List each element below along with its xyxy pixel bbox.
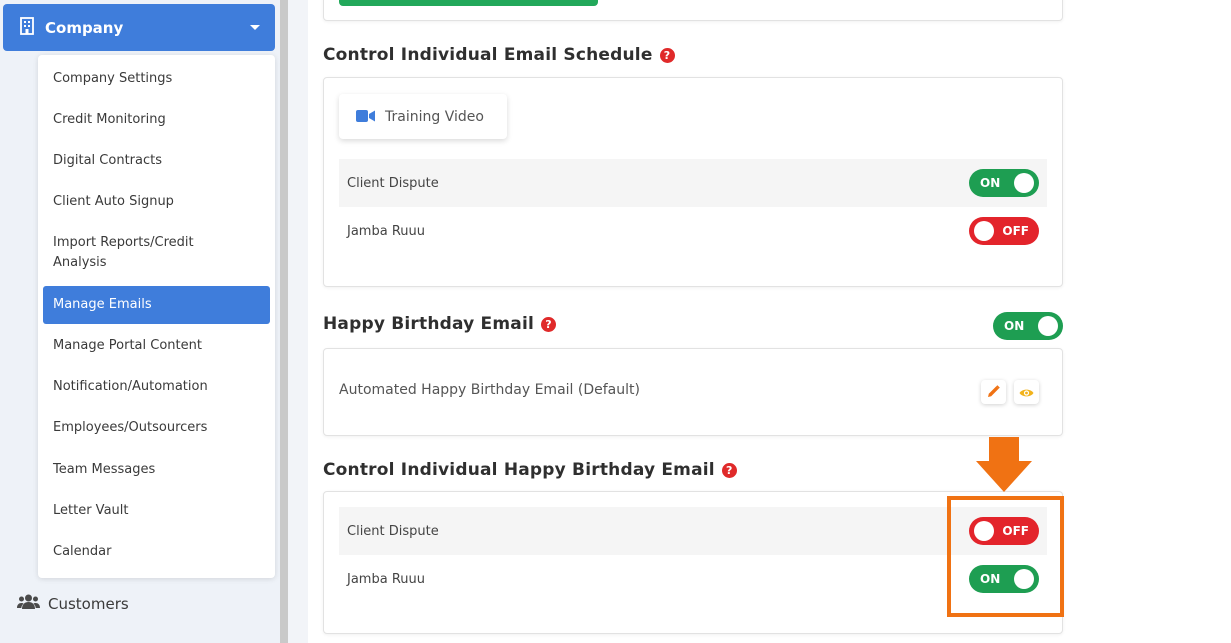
training-video-button[interactable]: Training Video bbox=[339, 94, 507, 139]
submenu-item-manage-emails[interactable]: Manage Emails bbox=[43, 286, 270, 324]
submenu-item-employees-outsourcers[interactable]: Employees/Outsourcers bbox=[53, 418, 207, 438]
schedule-section-title: Control Individual Email Schedule ? bbox=[323, 45, 675, 65]
submenu-item-calendar[interactable]: Calendar bbox=[53, 542, 111, 562]
toggle-knob bbox=[1014, 173, 1034, 193]
customers-label: Customers bbox=[48, 595, 129, 613]
video-camera-icon bbox=[356, 107, 375, 126]
submenu-item-letter-vault[interactable]: Letter Vault bbox=[53, 501, 128, 521]
submenu-item-credit-monitoring[interactable]: Credit Monitoring bbox=[53, 110, 166, 130]
toggle-label: ON bbox=[980, 176, 1001, 190]
submenu-item-team-messages[interactable]: Team Messages bbox=[53, 460, 155, 480]
previous-card-green-button[interactable] bbox=[339, 0, 598, 6]
table-row: Client Dispute bbox=[339, 159, 1047, 207]
company-submenu: Company Settings Credit Monitoring Digit… bbox=[38, 55, 275, 578]
submenu-item-notification-automation[interactable]: Notification/Automation bbox=[53, 377, 208, 397]
submenu-item-company-settings[interactable]: Company Settings bbox=[53, 69, 172, 89]
table-row: Jamba Ruuu bbox=[339, 555, 1047, 603]
users-icon bbox=[17, 594, 40, 614]
schedule-jamba-ruuu-toggle[interactable]: OFF bbox=[969, 217, 1039, 245]
pencil-icon bbox=[987, 383, 1000, 402]
training-video-label: Training Video bbox=[385, 108, 484, 125]
company-menu-button[interactable]: Company bbox=[3, 4, 275, 51]
submenu-item-digital-contracts[interactable]: Digital Contracts bbox=[53, 151, 162, 171]
edit-template-button[interactable] bbox=[981, 380, 1006, 404]
help-icon[interactable]: ? bbox=[659, 47, 675, 63]
sidebar: Company Company Settings Credit Monitori… bbox=[0, 0, 280, 643]
sidebar-scrollbar[interactable] bbox=[280, 0, 288, 643]
preview-template-button[interactable] bbox=[1014, 380, 1039, 404]
submenu-item-manage-portal-content[interactable]: Manage Portal Content bbox=[53, 336, 202, 356]
template-name: Automated Happy Birthday Email (Default) bbox=[339, 382, 640, 398]
row-name: Jamba Ruuu bbox=[347, 571, 425, 587]
row-name: Client Dispute bbox=[347, 175, 439, 191]
toggle-knob bbox=[1038, 316, 1058, 336]
content-gutter bbox=[288, 0, 308, 643]
toggle-knob bbox=[974, 221, 994, 241]
birthday-title-text: Happy Birthday Email bbox=[323, 314, 535, 334]
annotation-highlight-box bbox=[947, 496, 1064, 617]
help-icon[interactable]: ? bbox=[721, 462, 737, 478]
birthday-email-toggle[interactable]: ON bbox=[993, 312, 1063, 340]
toggle-label: OFF bbox=[1002, 224, 1029, 238]
sidebar-item-customers[interactable]: Customers bbox=[17, 594, 129, 614]
individual-birthday-title-text: Control Individual Happy Birthday Email bbox=[323, 460, 715, 480]
eye-icon bbox=[1019, 383, 1034, 402]
schedule-title-text: Control Individual Email Schedule bbox=[323, 45, 653, 65]
table-row: Client Dispute bbox=[339, 507, 1047, 555]
caret-down-icon bbox=[250, 25, 260, 30]
row-name: Jamba Ruuu bbox=[347, 223, 425, 239]
building-icon bbox=[19, 16, 35, 39]
help-icon[interactable]: ? bbox=[541, 316, 557, 332]
birthday-section-title: Happy Birthday Email ? bbox=[323, 314, 557, 334]
row-name: Client Dispute bbox=[347, 523, 439, 539]
submenu-item-import-reports[interactable]: Import Reports/Credit Analysis bbox=[53, 233, 243, 273]
individual-birthday-section-title: Control Individual Happy Birthday Email … bbox=[323, 460, 737, 480]
annotation-arrow-down-icon bbox=[975, 437, 1033, 497]
submenu-item-client-auto-signup[interactable]: Client Auto Signup bbox=[53, 192, 174, 212]
table-row: Jamba Ruuu bbox=[339, 207, 1047, 255]
company-label: Company bbox=[45, 18, 124, 37]
toggle-label: ON bbox=[1004, 319, 1025, 333]
schedule-client-dispute-toggle[interactable]: ON bbox=[969, 169, 1039, 197]
